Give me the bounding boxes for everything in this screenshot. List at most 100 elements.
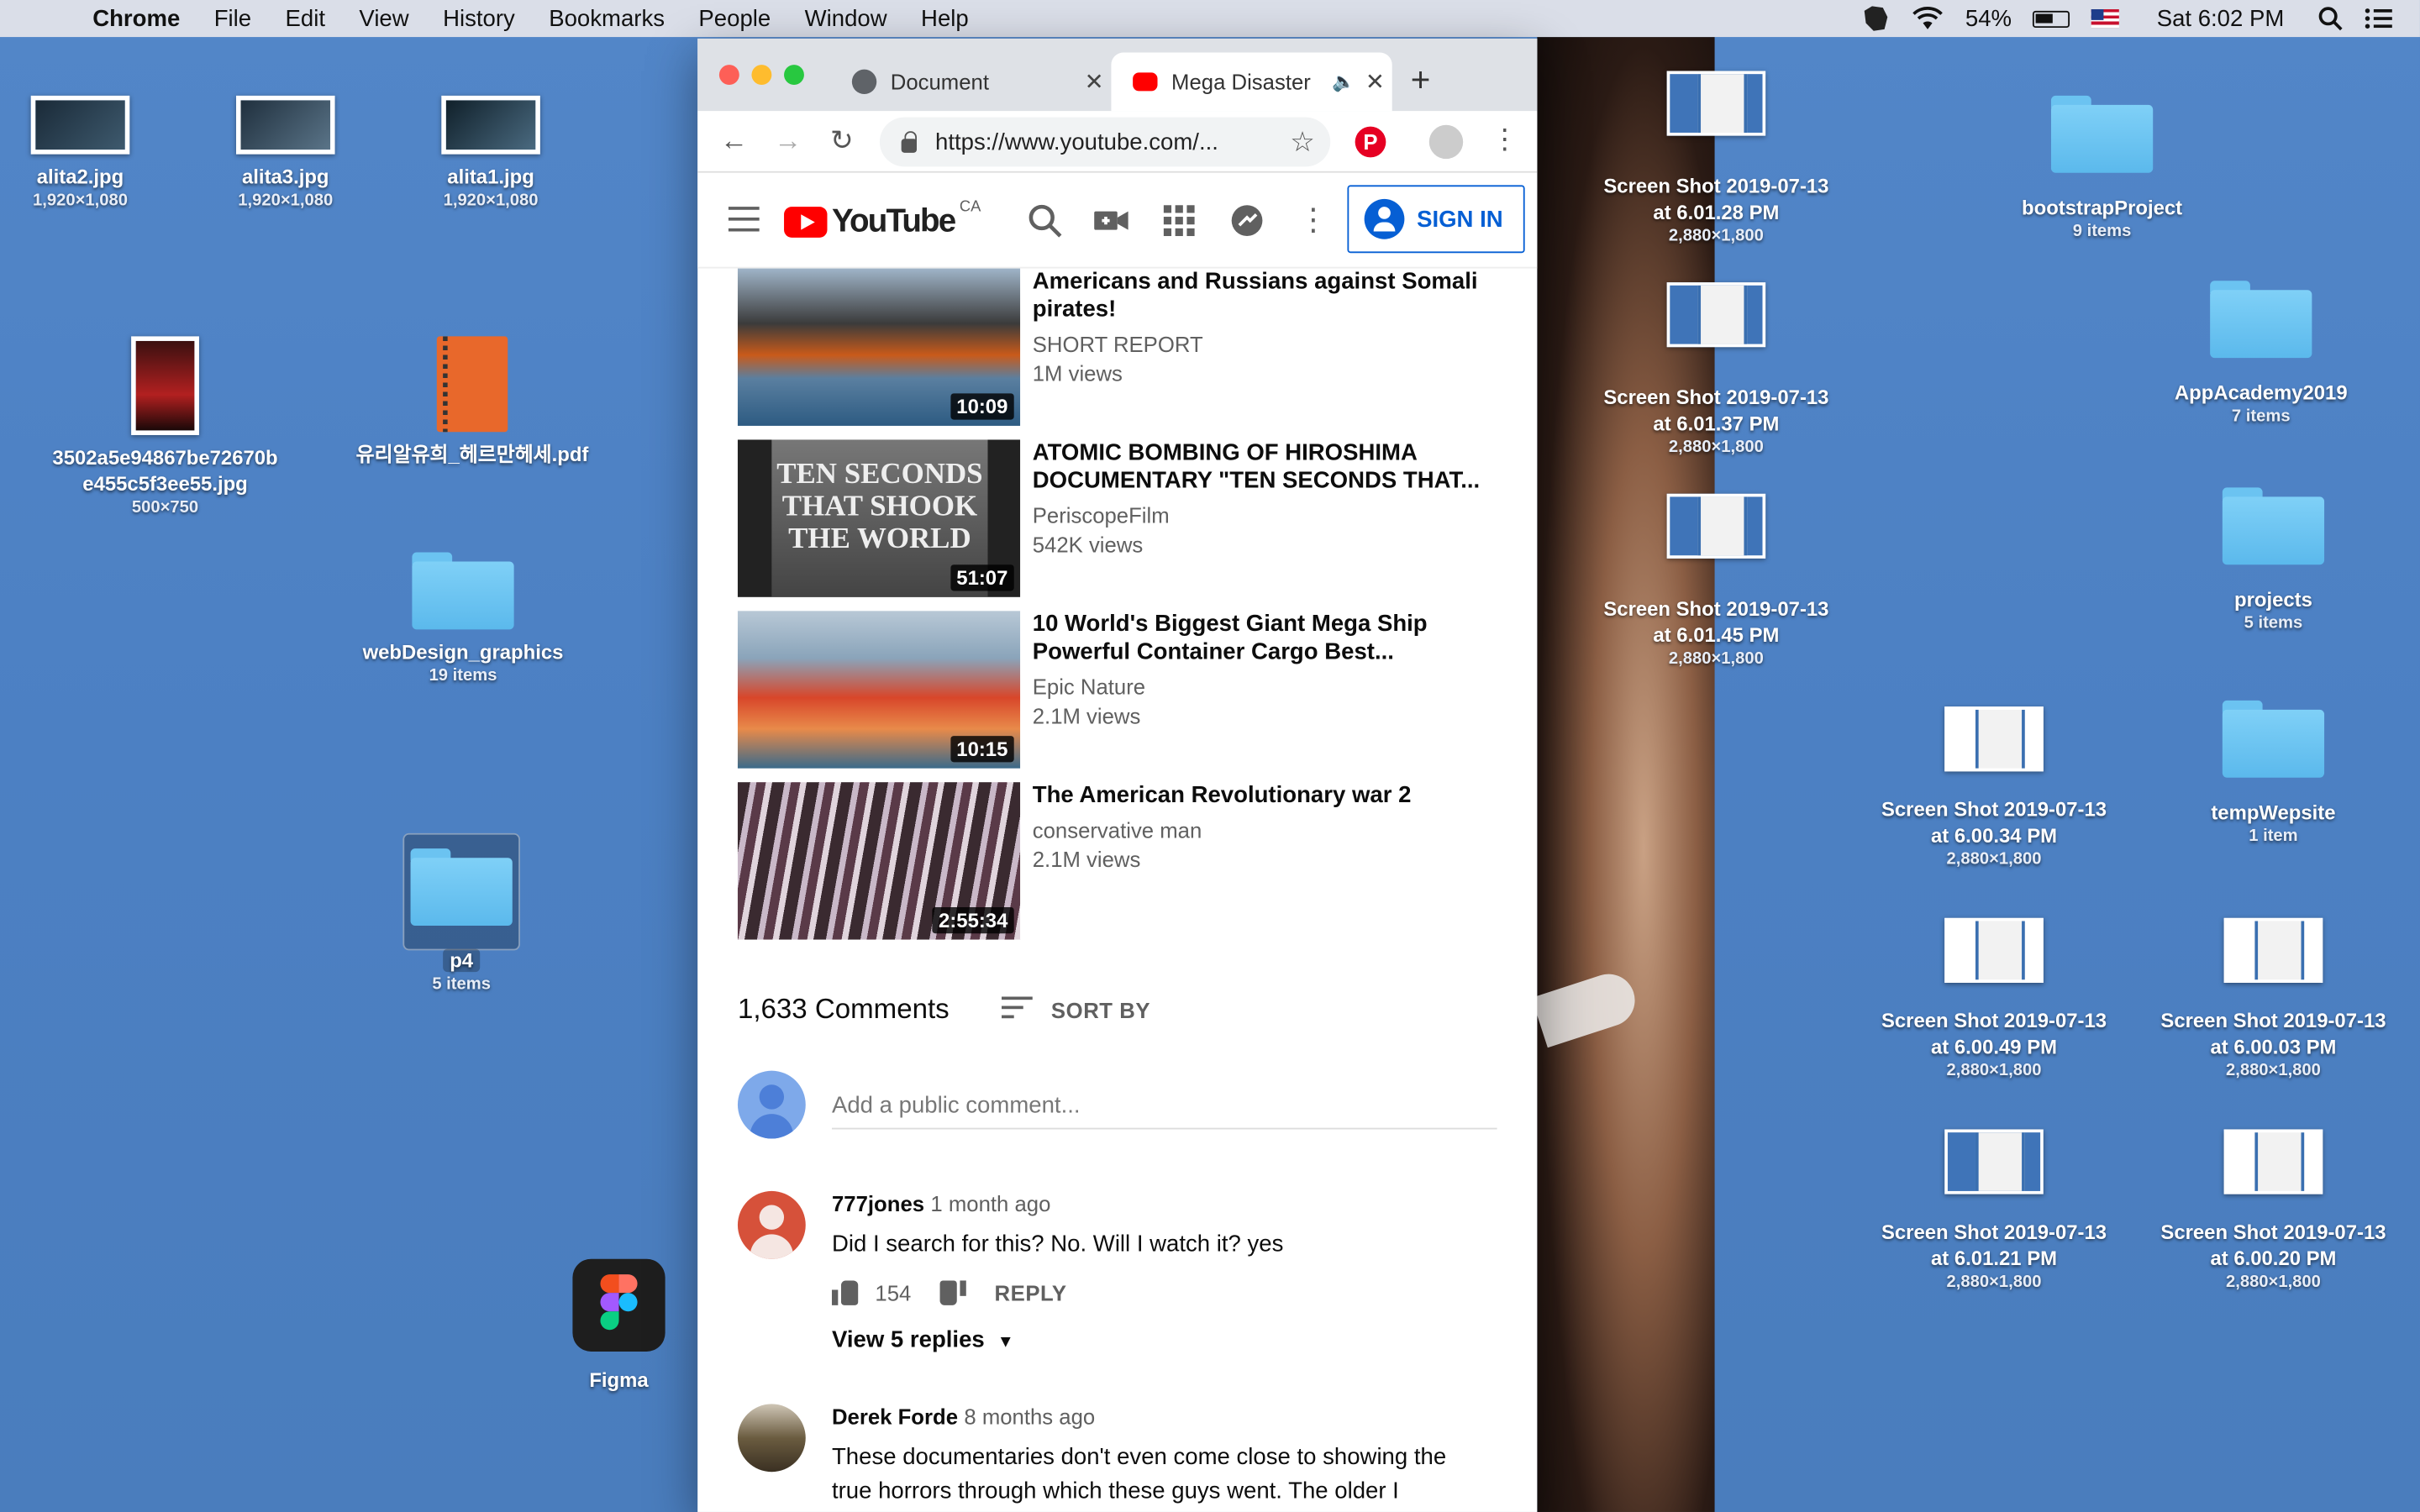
- related-video[interactable]: 2:55:34 The American Revolutionary war 2…: [697, 782, 1537, 953]
- battery-icon[interactable]: [2033, 9, 2070, 28]
- avatar[interactable]: [737, 1190, 806, 1259]
- apps-grid-icon[interactable]: [1159, 201, 1199, 241]
- back-icon[interactable]: ←: [707, 125, 760, 158]
- tab-document[interactable]: Document ✕: [830, 52, 1111, 111]
- desktop-folder-webdesign[interactable]: webDesign_graphics 19 items: [339, 552, 587, 687]
- desktop-file-alita3[interactable]: alita3.jpg 1,920×1,080: [214, 95, 356, 212]
- related-video[interactable]: 10:15 10 World's Biggest Giant Mega Ship…: [697, 611, 1537, 782]
- desktop-screenshot-3[interactable]: Screen Shot 2019-07-13 at 6.01.45 PM 2,8…: [1583, 493, 1849, 669]
- messages-icon[interactable]: [1227, 201, 1267, 241]
- notification-center-icon[interactable]: [2365, 8, 2392, 29]
- comment-author[interactable]: Derek Forde: [832, 1404, 958, 1428]
- desktop-screenshot-8[interactable]: Screen Shot 2019-07-13 at 6.00.20 PM 2,8…: [2141, 1129, 2407, 1293]
- file-dimensions: 2,880×1,800: [1668, 438, 1764, 457]
- menubar-clock[interactable]: Sat 6:02 PM: [2157, 5, 2285, 31]
- zoom-window-button[interactable]: [784, 65, 804, 86]
- youtube-header: YouTube CA ⋮ SIGN IN: [697, 172, 1538, 269]
- address-bar[interactable]: https://www.youtube.com/... ☆: [879, 117, 1331, 167]
- comment-timestamp[interactable]: 1 month ago: [930, 1191, 1050, 1215]
- evernote-icon[interactable]: [1860, 5, 1891, 33]
- menu-help[interactable]: Help: [921, 5, 969, 31]
- forward-icon[interactable]: →: [760, 125, 814, 158]
- audio-playing-icon[interactable]: 🔈: [1332, 71, 1355, 92]
- hamburger-menu-icon[interactable]: [728, 207, 760, 239]
- related-video[interactable]: TEN SECONDS THAT SHOOK THE WORLD 51:07 A…: [697, 439, 1537, 611]
- dislike-icon[interactable]: [939, 1280, 966, 1305]
- close-tab-icon[interactable]: ✕: [1077, 68, 1111, 96]
- reload-icon[interactable]: ↻: [815, 125, 869, 158]
- comment-author[interactable]: 777jones: [832, 1191, 924, 1215]
- file-dimensions: 2,880×1,800: [1668, 649, 1764, 669]
- video-channel[interactable]: PeriscopeFilm: [1033, 501, 1481, 531]
- lock-icon[interactable]: [901, 130, 917, 152]
- file-name: alita3.jpg: [242, 165, 329, 189]
- video-channel[interactable]: conservative man: [1033, 816, 1481, 846]
- desktop-screenshot-7[interactable]: Screen Shot 2019-07-13 at 6.01.21 PM 2,8…: [1861, 1129, 2127, 1293]
- close-window-button[interactable]: [718, 65, 739, 86]
- like-icon[interactable]: [831, 1280, 860, 1305]
- desktop-file-alita1[interactable]: alita1.jpg 1,920×1,080: [420, 95, 562, 212]
- more-options-icon[interactable]: ⋮: [1293, 201, 1334, 241]
- menu-app-chrome[interactable]: Chrome: [92, 5, 180, 31]
- desktop-screenshot-1[interactable]: Screen Shot 2019-07-13 at 6.01.28 PM 2,8…: [1583, 71, 1849, 246]
- menu-people[interactable]: People: [698, 5, 771, 31]
- desktop-folder-projects[interactable]: projects 5 items: [2165, 487, 2381, 633]
- desktop-app-figma[interactable]: Figma: [550, 1258, 688, 1394]
- video-title[interactable]: Americans and Russians against Somali pi…: [1033, 269, 1481, 324]
- video-thumbnail[interactable]: 2:55:34: [737, 782, 1021, 940]
- desktop-screenshot-4[interactable]: Screen Shot 2019-07-13 at 6.00.34 PM 2,8…: [1861, 706, 2127, 870]
- video-title[interactable]: ATOMIC BOMBING OF HIROSHIMA DOCUMENTARY …: [1033, 439, 1481, 495]
- desktop-file-alita2[interactable]: alita2.jpg 1,920×1,080: [9, 95, 151, 212]
- profile-avatar-icon[interactable]: [1428, 124, 1464, 160]
- new-tab-button[interactable]: +: [1411, 60, 1431, 101]
- desktop-screenshot-6[interactable]: Screen Shot 2019-07-13 at 6.00.03 PM 2,8…: [2141, 917, 2407, 1082]
- youtube-logo[interactable]: YouTube CA: [784, 198, 981, 240]
- menu-edit[interactable]: Edit: [286, 5, 325, 31]
- wifi-icon[interactable]: [1912, 6, 1944, 30]
- desktop-folder-appacademy[interactable]: AppAcademy2019 7 items: [2153, 281, 2369, 427]
- pinterest-extension-icon[interactable]: P: [1355, 126, 1386, 158]
- desktop-folder-bootstrap[interactable]: bootstrapProject 9 items: [1994, 95, 2210, 242]
- file-dimensions: 1,920×1,080: [33, 191, 128, 210]
- comment-count: 1,633 Comments: [737, 993, 950, 1025]
- add-comment-input[interactable]: [831, 1083, 1497, 1130]
- desktop-screenshot-5[interactable]: Screen Shot 2019-07-13 at 6.00.49 PM 2,8…: [1861, 917, 2127, 1082]
- desktop-file-pdf[interactable]: 유리알유희_헤르만헤세.pdf: [349, 336, 596, 467]
- video-thumbnail[interactable]: TEN SECONDS THAT SHOOK THE WORLD 51:07: [737, 439, 1021, 597]
- desktop-file-poster[interactable]: 3502a5e94867be72670b e455c5f3ee55.jpg 50…: [18, 336, 312, 518]
- menu-window[interactable]: Window: [805, 5, 887, 31]
- sign-in-button[interactable]: SIGN IN: [1347, 185, 1525, 254]
- menu-history[interactable]: History: [443, 5, 515, 31]
- related-video[interactable]: 10:09 Americans and Russians against Som…: [697, 268, 1537, 440]
- tab-youtube[interactable]: Mega Disaster 🔈 ✕: [1111, 52, 1392, 112]
- reply-button[interactable]: REPLY: [994, 1280, 1066, 1305]
- video-thumbnail[interactable]: 10:15: [737, 611, 1021, 769]
- video-title[interactable]: The American Revolutionary war 2: [1033, 782, 1481, 810]
- input-source-flag-icon[interactable]: [2091, 9, 2120, 29]
- menu-bookmarks[interactable]: Bookmarks: [549, 5, 665, 31]
- menu-file[interactable]: File: [214, 5, 251, 31]
- chrome-menu-icon[interactable]: ⋮: [1491, 123, 1518, 156]
- sort-icon: [1002, 995, 1033, 1024]
- video-channel[interactable]: SHORT REPORT: [1033, 330, 1481, 360]
- figma-icon: [572, 1258, 666, 1352]
- account-icon: [1364, 198, 1405, 239]
- spotlight-search-icon[interactable]: [2318, 6, 2343, 31]
- comment-timestamp[interactable]: 8 months ago: [964, 1404, 1095, 1428]
- menu-view[interactable]: View: [359, 5, 408, 31]
- avatar[interactable]: [737, 1404, 806, 1473]
- search-icon[interactable]: [1025, 201, 1065, 241]
- video-thumbnail[interactable]: 10:09: [737, 268, 1021, 426]
- close-tab-icon[interactable]: ✕: [1358, 68, 1392, 96]
- sort-by-button[interactable]: SORT BY: [1002, 995, 1150, 1024]
- desktop-folder-p4[interactable]: p4 5 items: [386, 848, 537, 995]
- video-channel[interactable]: Epic Nature: [1033, 673, 1481, 702]
- minimize-window-button[interactable]: [751, 65, 772, 86]
- folder-name: p4: [443, 948, 480, 973]
- desktop-folder-tempwepsite[interactable]: tempWepsite 1 item: [2165, 700, 2381, 847]
- desktop-screenshot-2[interactable]: Screen Shot 2019-07-13 at 6.01.37 PM 2,8…: [1583, 282, 1849, 458]
- create-video-icon[interactable]: [1092, 201, 1132, 241]
- video-title[interactable]: 10 World's Biggest Giant Mega Ship Power…: [1033, 611, 1481, 666]
- bookmark-star-icon[interactable]: ☆: [1290, 126, 1315, 159]
- view-replies-button[interactable]: View 5 replies ▼: [832, 1327, 1014, 1353]
